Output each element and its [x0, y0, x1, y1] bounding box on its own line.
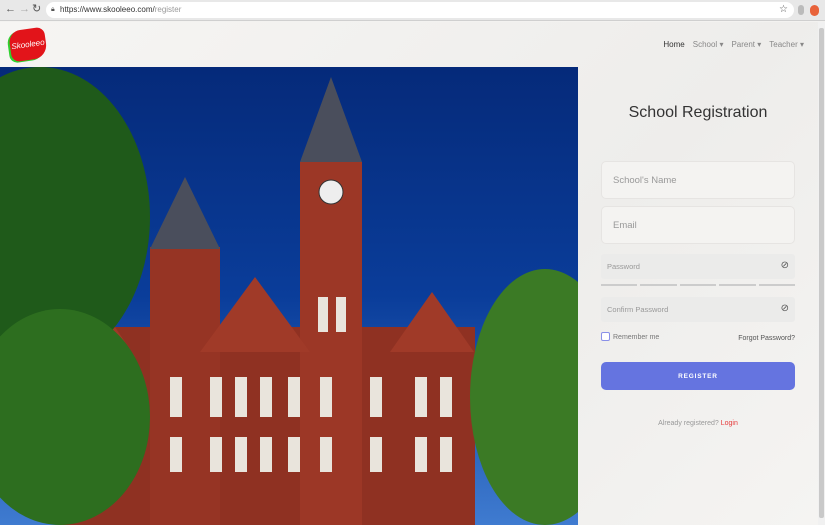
strength-segment	[679, 284, 717, 286]
forward-icon[interactable]: →	[19, 3, 30, 16]
bookmark-star-icon[interactable]: ☆	[779, 4, 788, 16]
top-nav: Home School ▾ Parent ▾ Teacher ▾	[663, 40, 804, 50]
skooleeo-logo[interactable]: Skooleeo	[8, 26, 48, 63]
logo-text: Skooleeo	[10, 37, 46, 52]
password-strength-meter	[601, 284, 796, 286]
forgot-password-link[interactable]: Forgot Password?	[738, 334, 795, 343]
password-input[interactable]: Password ⊘	[601, 254, 795, 279]
school-name-placeholder: School's Name	[613, 174, 677, 186]
strength-segment	[758, 284, 796, 286]
register-button[interactable]: REGISTER	[601, 362, 795, 390]
email-placeholder: Email	[613, 219, 637, 231]
confirm-password-placeholder: Confirm Password	[607, 305, 669, 314]
browser-toolbar: ← → ↻ 🔒︎ https://www.skooleeo.com/regist…	[0, 0, 825, 21]
strength-segment	[640, 284, 677, 286]
building-illustration	[0, 67, 578, 525]
url-host: https://www.skooleeo.com/	[60, 5, 155, 14]
remember-me-label[interactable]: Remember me	[613, 333, 659, 342]
caret-down-icon: ▾	[799, 40, 804, 49]
nav-teacher[interactable]: Teacher ▾	[769, 40, 804, 50]
school-name-input[interactable]: School's Name	[601, 161, 795, 199]
already-text: Already registered?	[658, 420, 719, 427]
caret-down-icon: ▾	[719, 40, 724, 49]
reload-icon[interactable]: ↻	[32, 3, 41, 16]
school-building-photo	[0, 67, 578, 525]
nav-school[interactable]: School ▾	[693, 40, 724, 50]
caret-down-icon: ▾	[757, 40, 762, 49]
strength-segment	[601, 284, 638, 286]
already-registered: Already registered? Login	[601, 419, 795, 428]
nav-school-label: School	[692, 40, 718, 49]
lock-icon: 🔒︎	[51, 6, 55, 13]
eye-slash-icon[interactable]: ⊘	[781, 303, 789, 315]
nav-parent-label: Parent	[731, 40, 756, 49]
nav-home[interactable]: Home	[663, 40, 684, 50]
scrollbar-thumb[interactable]	[819, 28, 824, 518]
address-bar[interactable]: 🔒︎ https://www.skooleeo.com/register ☆	[46, 2, 794, 18]
extension-icon[interactable]	[798, 5, 804, 15]
confirm-password-input[interactable]: Confirm Password ⊘	[601, 297, 795, 322]
login-link[interactable]: Login	[721, 420, 738, 427]
nav-teacher-label: Teacher	[769, 40, 798, 49]
form-title: School Registration	[628, 104, 768, 121]
nav-parent[interactable]: Parent ▾	[731, 40, 761, 50]
url-path: register	[154, 5, 182, 14]
email-input[interactable]: Email	[601, 206, 795, 244]
back-icon[interactable]: ←	[5, 3, 16, 16]
eye-slash-icon[interactable]: ⊘	[781, 260, 789, 272]
strength-segment	[719, 284, 756, 286]
remember-me-checkbox[interactable]	[601, 332, 610, 341]
password-placeholder: Password	[607, 262, 640, 271]
scrollbar[interactable]	[818, 22, 825, 525]
opera-icon[interactable]	[810, 5, 819, 16]
